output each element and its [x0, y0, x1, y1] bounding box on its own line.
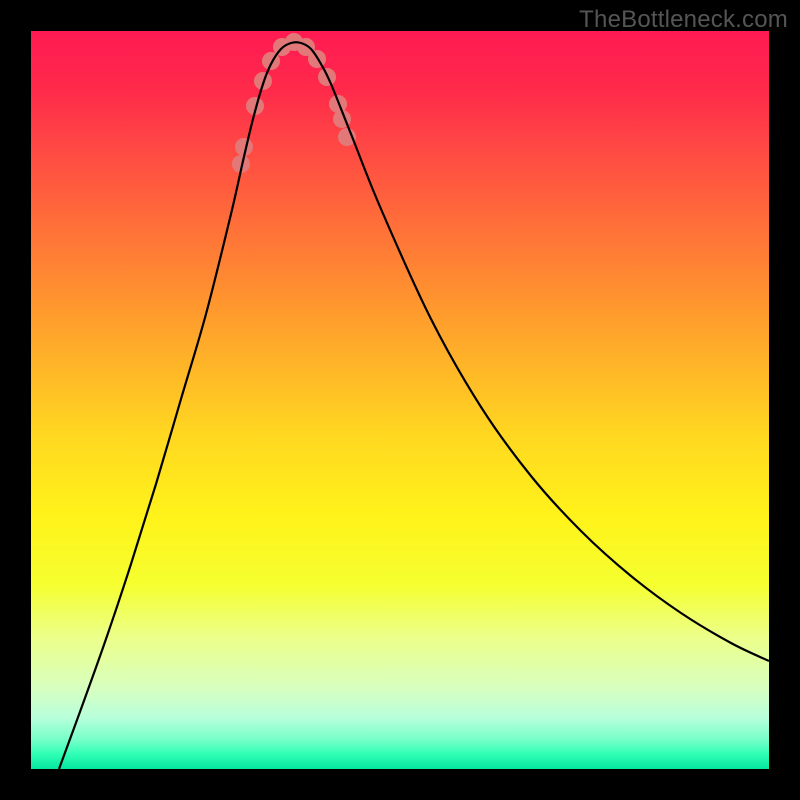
plot-area	[31, 31, 769, 769]
watermark-text: TheBottleneck.com	[579, 6, 788, 34]
chart-frame: TheBottleneck.com	[0, 0, 800, 800]
chart-svg	[31, 31, 769, 769]
markers-group	[232, 33, 356, 173]
bottleneck-curve	[59, 42, 769, 769]
